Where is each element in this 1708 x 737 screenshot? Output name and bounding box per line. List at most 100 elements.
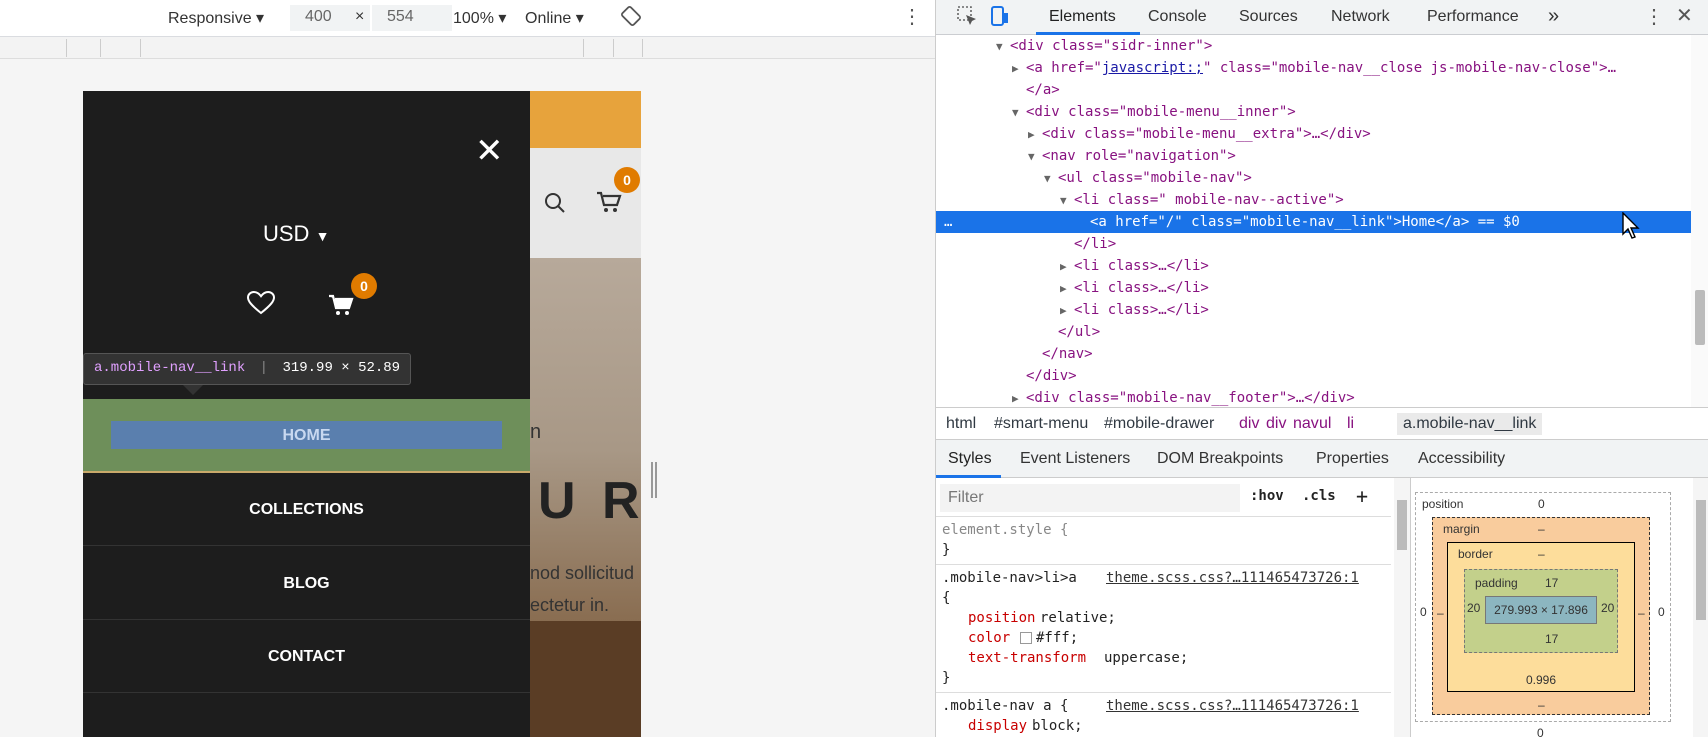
- hov-button[interactable]: :hov: [1250, 488, 1284, 504]
- nav-item-blog[interactable]: BLOG: [83, 547, 530, 620]
- breadcrumb-item[interactable]: div: [1239, 415, 1259, 433]
- nav-item-contact[interactable]: CONTACT: [83, 620, 530, 693]
- breadcrumb-item[interactable]: #smart-menu: [994, 415, 1088, 433]
- nav-item-home[interactable]: HOME: [83, 399, 530, 473]
- rule2-val-display[interactable]: block;: [1032, 718, 1083, 734]
- device-toggle-icon[interactable]: [988, 5, 1010, 32]
- dom-node[interactable]: </ul>: [936, 321, 1691, 343]
- styles-scrollbar[interactable]: [1394, 478, 1410, 737]
- dom-node[interactable]: </nav>: [936, 343, 1691, 365]
- search-icon[interactable]: [543, 191, 567, 220]
- filter-input[interactable]: Filter: [940, 484, 1240, 512]
- collapse-triangle-icon[interactable]: ▼: [1012, 102, 1026, 124]
- inspect-icon[interactable]: [956, 5, 978, 32]
- rule2-selector[interactable]: .mobile-nav a {: [942, 698, 1068, 714]
- rule1-val-position[interactable]: relative;: [1040, 610, 1116, 626]
- subtab-properties[interactable]: Properties: [1316, 450, 1389, 468]
- expand-triangle-icon[interactable]: ▶: [1060, 278, 1074, 300]
- zoom-select[interactable]: 100% ▾: [453, 8, 506, 28]
- dom-node[interactable]: ▶ <a href="javascript:;" class="mobile-na…: [936, 57, 1691, 79]
- expand-triangle-icon[interactable]: ▶: [1028, 124, 1042, 146]
- settings-menu-icon[interactable]: ⋮: [1644, 4, 1664, 29]
- rule1-val-color[interactable]: #fff;: [1036, 630, 1078, 646]
- dom-node[interactable]: ▶ <li class>…</li>: [936, 255, 1691, 277]
- expand-triangle-icon[interactable]: ▶: [1060, 300, 1074, 322]
- dom-scrollbar-thumb[interactable]: [1695, 290, 1705, 345]
- subtab-dom-breakpoints[interactable]: DOM Breakpoints: [1157, 450, 1283, 468]
- breadcrumb-item[interactable]: nav: [1293, 415, 1319, 433]
- subtab-styles[interactable]: Styles: [948, 450, 992, 468]
- drawer-cart-icon[interactable]: [328, 294, 354, 321]
- currency-select[interactable]: USD ▼: [263, 221, 329, 247]
- subtab-accessibility[interactable]: Accessibility: [1418, 450, 1505, 468]
- expand-triangle-icon[interactable]: ▶: [1060, 256, 1074, 278]
- tab-console[interactable]: Console: [1148, 8, 1207, 26]
- rule1-prop-position[interactable]: position: [968, 610, 1035, 626]
- dom-node[interactable]: ▶ <div class="mobile-nav__footer">…</div>: [936, 387, 1691, 409]
- breadcrumb-item[interactable]: ul: [1319, 415, 1331, 433]
- heart-icon[interactable]: [246, 290, 276, 320]
- tab-elements[interactable]: Elements: [1049, 8, 1116, 26]
- nav-item-collections[interactable]: COLLECTIONS: [83, 473, 530, 546]
- subtab-event-listeners[interactable]: Event Listeners: [1020, 450, 1130, 468]
- breadcrumb-item[interactable]: html: [946, 415, 976, 433]
- close-devtools-icon[interactable]: ✕: [1676, 3, 1693, 28]
- element-style-rule[interactable]: element.style {: [942, 522, 1068, 538]
- dom-node[interactable]: ▼ <nav role="navigation">: [936, 145, 1691, 167]
- dom-node[interactable]: ▼ <div class="sidr-inner">: [936, 35, 1691, 57]
- tab-performance[interactable]: Performance: [1427, 8, 1519, 26]
- dom-node-text: <a href="javascript:;" class="mobile-nav…: [1026, 60, 1617, 76]
- dom-node[interactable]: </div>: [936, 365, 1691, 387]
- more-options-icon[interactable]: ⋮: [902, 4, 922, 29]
- breadcrumb-item[interactable]: #mobile-drawer: [1104, 415, 1214, 433]
- dom-node[interactable]: ▶ <div class="mobile-menu__extra">…</div>: [936, 123, 1691, 145]
- device-select[interactable]: Responsive ▾: [168, 8, 264, 28]
- rule1-open: {: [942, 590, 951, 606]
- color-swatch[interactable]: [1020, 632, 1032, 644]
- dom-scrollbar[interactable]: [1691, 35, 1708, 407]
- rule1-prop-transform[interactable]: text-transform: [968, 650, 1086, 666]
- close-icon[interactable]: ✕: [475, 131, 504, 171]
- zoom-label: 100%: [453, 10, 494, 27]
- dom-node[interactable]: ▼ <ul class="mobile-nav">: [936, 167, 1691, 189]
- breadcrumb-item[interactable]: li: [1347, 415, 1354, 433]
- styles-scrollbar-thumb[interactable]: [1397, 500, 1407, 550]
- rule1-prop-color[interactable]: color: [968, 630, 1010, 646]
- dom-href-link[interactable]: javascript:;: [1102, 60, 1203, 76]
- collapse-triangle-icon[interactable]: ▼: [996, 36, 1010, 58]
- margin-right: –: [1638, 606, 1645, 620]
- device-viewport: 0 n U R nod sollicitud ectetur in. ✕ USD…: [0, 59, 935, 737]
- breadcrumb-item[interactable]: a.mobile-nav__link: [1397, 413, 1543, 435]
- dom-node[interactable]: ▼ <li class=" mobile-nav--active">: [936, 189, 1691, 211]
- boxmodel-scrollbar[interactable]: [1693, 478, 1708, 737]
- resize-handle[interactable]: [651, 462, 657, 498]
- rule1-source-link[interactable]: theme.scss.css?…111465473726:1: [1106, 570, 1359, 586]
- breadcrumb-item[interactable]: div: [1266, 415, 1286, 433]
- dom-node[interactable]: ▶ <li class>…</li>: [936, 277, 1691, 299]
- collapse-triangle-icon[interactable]: ▼: [1044, 168, 1058, 190]
- dom-node[interactable]: </a>: [936, 79, 1691, 101]
- expand-triangle-icon[interactable]: ▶: [1012, 58, 1026, 80]
- rotate-icon[interactable]: [620, 5, 642, 32]
- rule2-source-link[interactable]: theme.scss.css?…111465473726:1: [1106, 698, 1359, 714]
- height-input[interactable]: 554: [372, 5, 452, 31]
- more-tabs-icon[interactable]: »: [1548, 5, 1559, 28]
- devtools-panel: Elements Console Sources Network Perform…: [935, 0, 1708, 737]
- boxmodel-scrollbar-thumb[interactable]: [1696, 500, 1706, 620]
- dom-node[interactable]: ▼ <div class="mobile-menu__inner">: [936, 101, 1691, 123]
- dom-node[interactable]: </li>: [936, 233, 1691, 255]
- collapse-triangle-icon[interactable]: ▼: [1028, 146, 1042, 168]
- dom-node-selected[interactable]: … <a href="/" class="mobile-nav__link">Ho…: [936, 211, 1691, 233]
- node-actions-icon[interactable]: …: [936, 211, 1076, 233]
- network-select[interactable]: Online ▾: [525, 8, 584, 28]
- collapse-triangle-icon[interactable]: ▼: [1060, 190, 1074, 212]
- cls-button[interactable]: .cls: [1302, 488, 1336, 504]
- dom-node[interactable]: ▶ <li class>…</li>: [936, 299, 1691, 321]
- new-rule-button[interactable]: +: [1356, 484, 1368, 508]
- tab-network[interactable]: Network: [1331, 8, 1390, 26]
- tab-sources[interactable]: Sources: [1239, 8, 1298, 26]
- cart-icon[interactable]: [596, 191, 622, 218]
- rule1-selector[interactable]: .mobile-nav>li>a: [942, 570, 1077, 586]
- rule2-prop-display[interactable]: display: [968, 718, 1027, 734]
- rule1-val-transform[interactable]: uppercase;: [1104, 650, 1188, 666]
